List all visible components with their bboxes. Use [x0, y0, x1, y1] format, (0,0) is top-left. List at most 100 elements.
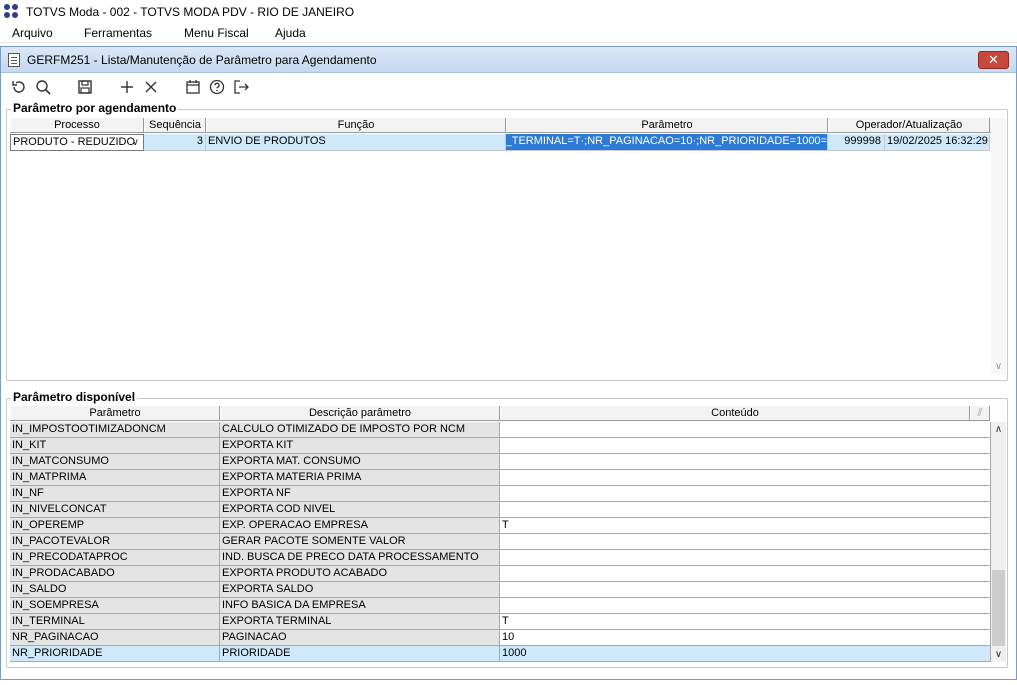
- table-row[interactable]: IN_PRECODATAPROC IND. BUSCA DE PRECO DATA…: [10, 550, 991, 566]
- param-cell[interactable]: IN_SALDO: [10, 582, 220, 598]
- param-cell[interactable]: NR_PAGINACAO: [10, 630, 220, 646]
- description-cell[interactable]: EXPORTA TERMINAL: [220, 614, 500, 630]
- col-conteudo[interactable]: Conteúdo: [500, 406, 970, 420]
- value-cell[interactable]: T: [500, 614, 991, 630]
- table-row[interactable]: IN_MATCONSUMO EXPORTA MAT. CONSUMO: [10, 454, 991, 470]
- param-cell[interactable]: IN_NIVELCONCAT: [10, 502, 220, 518]
- scroll-down-icon[interactable]: ∨: [991, 647, 1006, 662]
- exit-icon[interactable]: [229, 76, 253, 98]
- param-cell[interactable]: IN_PRECODATAPROC: [10, 550, 220, 566]
- description-cell[interactable]: IND. BUSCA DE PRECO DATA PROCESSAMENTO: [220, 550, 500, 566]
- description-cell[interactable]: EXPORTA KIT: [220, 438, 500, 454]
- updated-cell[interactable]: 19/02/2025 16:32:29: [885, 134, 990, 151]
- param-cell[interactable]: IN_SOEMPRESA: [10, 598, 220, 614]
- scroll-up-icon[interactable]: ∧: [991, 422, 1006, 437]
- description-cell[interactable]: EXPORTA SALDO: [220, 582, 500, 598]
- menu-menu-fiscal[interactable]: Menu Fiscal: [172, 26, 263, 40]
- operator-cell[interactable]: 999998: [828, 134, 885, 151]
- description-cell[interactable]: EXP. OPERACAO EMPRESA: [220, 518, 500, 534]
- description-cell[interactable]: EXPORTA NF: [220, 486, 500, 502]
- value-cell[interactable]: [500, 582, 991, 598]
- table-row[interactable]: IN_PRODACABADO EXPORTA PRODUTO ACABADO: [10, 566, 991, 582]
- search-icon[interactable]: [31, 76, 55, 98]
- toolbar: [1, 73, 1016, 101]
- menu-ferramentas[interactable]: Ferramentas: [72, 26, 172, 40]
- chevron-down-icon[interactable]: ∨: [132, 135, 139, 150]
- param-cell[interactable]: IN_PRODACABADO: [10, 566, 220, 582]
- value-cell[interactable]: [500, 486, 991, 502]
- help-icon[interactable]: [205, 76, 229, 98]
- col-parametro[interactable]: Parâmetro: [506, 118, 828, 132]
- col-operador[interactable]: Operador/Atualização: [828, 118, 990, 132]
- app-title: TOTVS Moda - 002 - TOTVS MODA PDV - RIO …: [26, 4, 355, 19]
- table-row[interactable]: IN_PACOTEVALOR GERAR PACOTE SOMENTE VALOR: [10, 534, 991, 550]
- col-descricao[interactable]: Descrição parâmetro: [220, 406, 500, 420]
- param-cell[interactable]: IN_MATCONSUMO: [10, 454, 220, 470]
- description-cell[interactable]: GERAR PACOTE SOMENTE VALOR: [220, 534, 500, 550]
- param-cell[interactable]: IN_PACOTEVALOR: [10, 534, 220, 550]
- table-row[interactable]: IN_MATPRIMA EXPORTA MATERIA PRIMA: [10, 470, 991, 486]
- process-select[interactable]: PRODUTO - REDUZIDO ∨: [10, 134, 144, 151]
- description-cell[interactable]: PAGINACAO: [220, 630, 500, 646]
- table-row[interactable]: NR_PRIORIDADE PRIORIDADE 1000: [10, 646, 991, 662]
- param-cell[interactable]: IN_MATPRIMA: [10, 470, 220, 486]
- refresh-icon[interactable]: [7, 76, 31, 98]
- value-cell[interactable]: [500, 438, 991, 454]
- param-cell[interactable]: IN_TERMINAL: [10, 614, 220, 630]
- table-row[interactable]: IN_SOEMPRESA INFO BASICA DA EMPRESA: [10, 598, 991, 614]
- scheduling-scrollbar[interactable]: ∨: [991, 118, 1006, 374]
- table-row[interactable]: IN_SALDO EXPORTA SALDO: [10, 582, 991, 598]
- description-cell[interactable]: EXPORTA MATERIA PRIMA: [220, 470, 500, 486]
- scroll-thumb[interactable]: [992, 570, 1005, 646]
- table-row[interactable]: IN_OPEREMP EXP. OPERACAO EMPRESA T: [10, 518, 991, 534]
- value-cell[interactable]: [500, 454, 991, 470]
- table-row[interactable]: IN_IMPOSTOOTIMIZADONCM CALCULO OTIMIZADO …: [10, 422, 991, 438]
- close-button[interactable]: ✕: [978, 51, 1009, 69]
- value-cell[interactable]: 10: [500, 630, 991, 646]
- value-cell[interactable]: [500, 422, 991, 438]
- save-icon[interactable]: [73, 76, 97, 98]
- value-cell[interactable]: T: [500, 518, 991, 534]
- value-cell[interactable]: 1000: [500, 646, 991, 662]
- description-cell[interactable]: EXPORTA COD NIVEL: [220, 502, 500, 518]
- description-cell[interactable]: EXPORTA MAT. CONSUMO: [220, 454, 500, 470]
- menu-ajuda[interactable]: Ajuda: [263, 26, 306, 40]
- table-row[interactable]: PRODUTO - REDUZIDO ∨ 3 ENVIO DE PRODUTOS…: [10, 134, 992, 151]
- table-row[interactable]: IN_KIT EXPORTA KIT: [10, 438, 991, 454]
- table-row[interactable]: IN_NF EXPORTA NF: [10, 486, 991, 502]
- menu-arquivo[interactable]: Arquivo: [0, 26, 72, 40]
- description-cell[interactable]: EXPORTA PRODUTO ACABADO: [220, 566, 500, 582]
- description-cell[interactable]: PRIORIDADE: [220, 646, 500, 662]
- table-row[interactable]: IN_TERMINAL EXPORTA TERMINAL T: [10, 614, 991, 630]
- value-cell[interactable]: [500, 534, 991, 550]
- value-cell[interactable]: [500, 470, 991, 486]
- scroll-down-icon[interactable]: ∨: [991, 359, 1006, 374]
- table-row[interactable]: NR_PAGINACAO PAGINACAO 10: [10, 630, 991, 646]
- value-cell[interactable]: [500, 566, 991, 582]
- description-cell[interactable]: CALCULO OTIMIZADO DE IMPOSTO POR NCM: [220, 422, 500, 438]
- delete-icon[interactable]: [139, 76, 163, 98]
- parameter-cell[interactable]: =T·;IN_TERMINAL=T·;NR_PAGINACAO=10·;NR_P…: [506, 134, 828, 151]
- sequence-cell[interactable]: 3: [144, 134, 206, 151]
- add-icon[interactable]: [115, 76, 139, 98]
- table-row[interactable]: IN_NIVELCONCAT EXPORTA COD NIVEL: [10, 502, 991, 518]
- function-cell[interactable]: ENVIO DE PRODUTOS: [206, 134, 506, 151]
- param-cell[interactable]: IN_NF: [10, 486, 220, 502]
- value-cell[interactable]: [500, 598, 991, 614]
- available-scrollbar[interactable]: ∧ ∨: [991, 422, 1006, 662]
- col-parametro[interactable]: Parâmetro: [10, 406, 220, 420]
- param-cell[interactable]: NR_PRIORIDADE: [10, 646, 220, 662]
- col-funcao[interactable]: Função: [206, 118, 506, 132]
- description-cell[interactable]: INFO BASICA DA EMPRESA: [220, 598, 500, 614]
- child-titlebar: GERFM251 - Lista/Manutenção de Parâmetro…: [1, 47, 1016, 73]
- col-sequencia[interactable]: Sequência: [144, 118, 206, 132]
- param-cell[interactable]: IN_KIT: [10, 438, 220, 454]
- value-cell[interactable]: [500, 502, 991, 518]
- value-cell[interactable]: [500, 550, 991, 566]
- param-cell[interactable]: IN_IMPOSTOOTIMIZADONCM: [10, 422, 220, 438]
- document-icon: [8, 52, 20, 67]
- calendar-icon[interactable]: [181, 76, 205, 98]
- param-cell[interactable]: IN_OPEREMP: [10, 518, 220, 534]
- column-chooser-icon[interactable]: ⫽: [970, 406, 990, 420]
- col-processo[interactable]: Processo: [10, 118, 144, 132]
